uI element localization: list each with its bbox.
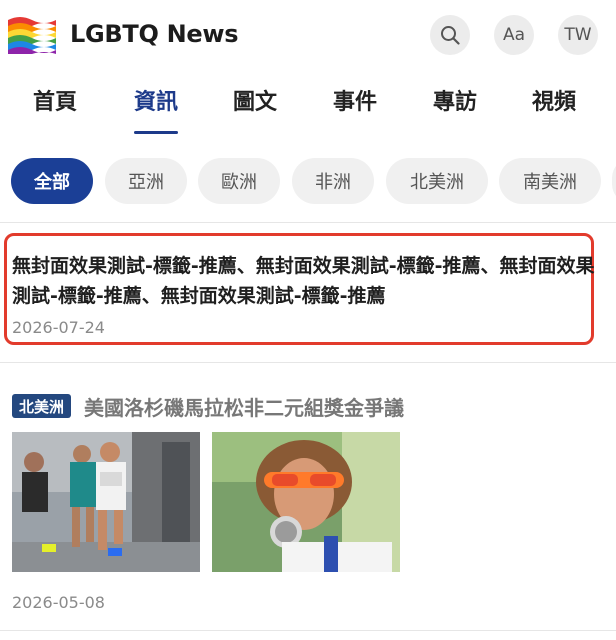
app-header: LGBTQ News Aa TW	[0, 0, 616, 72]
divider	[0, 222, 616, 223]
article-title[interactable]: 美國洛杉磯馬拉松非二元組獎金爭議	[84, 392, 404, 421]
region-filter: 全部 亞洲 歐洲 非洲 北美洲 南美洲	[0, 158, 616, 206]
rainbow-flag-logo	[8, 17, 56, 54]
region-badge: 北美洲	[12, 394, 72, 418]
brand-name[interactable]: LGBTQ News	[70, 20, 239, 48]
region-button[interactable]: TW	[558, 15, 598, 55]
nav-tab-interviews[interactable]: 專訪	[433, 84, 477, 116]
font-size-button[interactable]: Aa	[494, 15, 534, 55]
active-tab-indicator	[134, 131, 178, 134]
chip-overflow[interactable]	[612, 158, 616, 204]
divider	[0, 362, 616, 363]
search-button[interactable]	[430, 15, 470, 55]
article-image-runners[interactable]	[12, 432, 200, 572]
chip-europe[interactable]: 歐洲	[198, 158, 280, 204]
nav-tab-pictures[interactable]: 圖文	[233, 84, 277, 116]
nav-tab-events[interactable]: 事件	[333, 84, 377, 116]
article-title[interactable]: 無封面效果測試-標籤-推薦、無封面效果測試-標籤-推薦、無封面效果測試-標籤-推…	[12, 251, 604, 311]
nav-tab-videos[interactable]: 視頻	[532, 84, 576, 116]
divider	[0, 630, 616, 631]
article-image-medal[interactable]	[212, 432, 400, 572]
main-nav: 首頁 資訊 圖文 事件 專訪 視頻	[0, 84, 616, 134]
article-date: 2026-05-08	[12, 593, 105, 612]
chip-africa[interactable]: 非洲	[292, 158, 374, 204]
article-date: 2026-07-24	[12, 318, 105, 337]
search-icon	[441, 26, 460, 45]
chip-south-america[interactable]: 南美洲	[499, 158, 601, 204]
chip-north-america[interactable]: 北美洲	[386, 158, 488, 204]
chip-all[interactable]: 全部	[11, 158, 93, 204]
chip-asia[interactable]: 亞洲	[105, 158, 187, 204]
nav-tab-home[interactable]: 首頁	[33, 84, 77, 116]
nav-tab-news[interactable]: 資訊	[134, 84, 178, 116]
